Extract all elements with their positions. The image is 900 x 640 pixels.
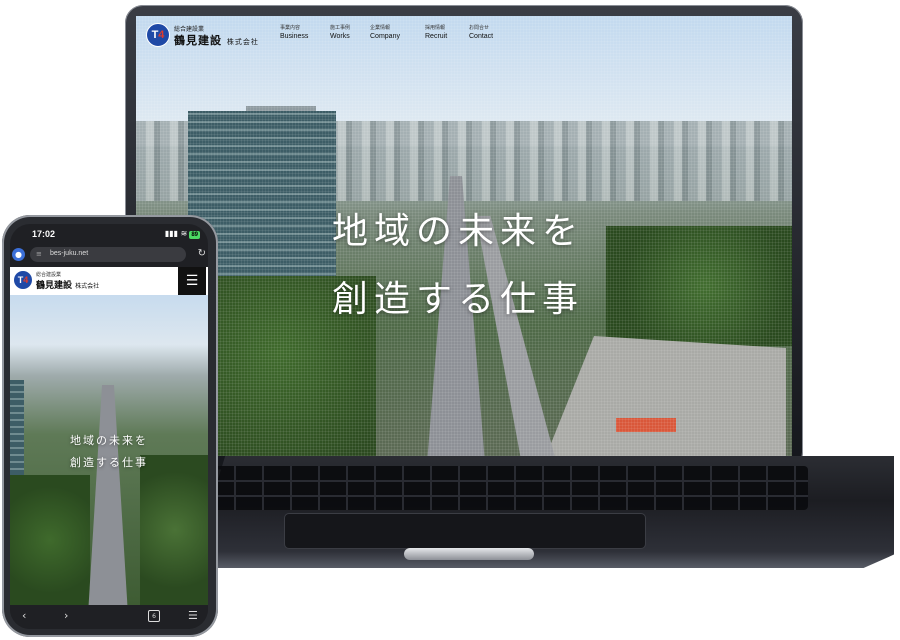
logo-name[interactable]: 鶴見建設 株式会社	[174, 32, 259, 48]
address-text: bes-juku.net	[50, 250, 89, 257]
nav-company[interactable]: 企業情報 Company	[370, 24, 400, 40]
hero-line-1: 地域の未来を	[70, 434, 148, 447]
nav-recruit[interactable]: 採用情報 Recruit	[425, 24, 447, 40]
hero-headline: 地域の未来を 創造する仕事	[70, 430, 148, 474]
logo-suffix: 株式会社	[226, 38, 259, 46]
status-bar: 17:02 ▮▮▮ ≋ 89	[10, 224, 208, 244]
nav-en: Business	[280, 33, 309, 40]
hero-line-2: 創造する仕事	[70, 456, 148, 469]
logo-icon[interactable]: T4	[14, 271, 32, 289]
status-icons: ▮▮▮ ≋ 89	[165, 229, 200, 239]
nav-en: Company	[370, 33, 400, 40]
laptop-screen: T4 総合建設業 鶴見建設 株式会社 事業内容 Business 施工事例 Wo…	[136, 16, 792, 456]
logo-mark: T	[151, 29, 159, 41]
site-header: T4 総合建設業 鶴見建設 株式会社 事業内容 Business 施工事例 Wo…	[136, 16, 792, 50]
reload-icon[interactable]: ↻	[198, 248, 206, 259]
trackpad	[285, 514, 645, 548]
logo-name-text: 鶴見建設	[36, 281, 73, 291]
nav-works[interactable]: 施工事例 Works	[330, 24, 350, 40]
address-bar[interactable]: ≡ bes-juku.net	[30, 247, 186, 262]
nav-en: Recruit	[425, 33, 448, 40]
browser-toolbar: ‹ › 6 ☰	[10, 605, 208, 629]
profile-icon[interactable]: ●	[12, 248, 25, 261]
logo-subtitle: 総合建設業	[36, 272, 62, 278]
mobile-site-header: T4 総合建設業 鶴見建設 株式会社 ☰	[10, 267, 208, 295]
hero-line-1: 地域の未来を	[332, 211, 585, 252]
nav-business[interactable]: 事業内容 Business	[280, 24, 308, 40]
nav-jp: 採用情報	[425, 25, 446, 31]
nav-contact[interactable]: お問合せ Contact	[469, 24, 493, 40]
battery-icon: 89	[189, 231, 200, 239]
keyboard	[208, 466, 808, 510]
hero-headline: 地域の未来を 創造する仕事	[332, 198, 584, 334]
nav-jp: 企業情報	[370, 25, 391, 31]
logo-mark-accent: 4	[23, 275, 29, 285]
nav-jp: 施工事例	[330, 25, 351, 31]
trees-left	[10, 475, 90, 605]
nav-en: Works	[330, 33, 350, 40]
hero-line-2: 創造する仕事	[332, 279, 585, 320]
laptop-front-notch	[404, 548, 534, 560]
highway	[88, 385, 128, 605]
nav-jp: 事業内容	[280, 25, 301, 31]
browser-url-row: ● ≡ bes-juku.net ↻	[10, 245, 208, 265]
logo-icon[interactable]: T4	[146, 23, 170, 47]
nav-jp: お問合せ	[469, 25, 490, 31]
back-icon[interactable]: ‹	[22, 609, 26, 622]
logo-name-text: 鶴見建設	[174, 34, 222, 47]
logo-mark-accent: 4	[158, 29, 165, 41]
status-time: 17:02	[32, 229, 56, 239]
signal-icon: ▮▮▮ ≋	[164, 229, 188, 238]
logo-name[interactable]: 鶴見建設 株式会社	[36, 278, 99, 291]
logo-suffix: 株式会社	[75, 283, 100, 290]
tabs-icon[interactable]: 6	[148, 610, 160, 622]
mobile-hero: 地域の未来を 創造する仕事	[10, 295, 208, 605]
site-settings-icon[interactable]: ≡	[36, 250, 42, 258]
hamburger-menu-icon[interactable]: ☰	[178, 267, 206, 295]
forward-icon[interactable]: ›	[64, 609, 68, 622]
nav-en: Contact	[469, 33, 494, 40]
menu-icon[interactable]: ☰	[188, 609, 198, 622]
phone-screen: 17:02 ▮▮▮ ≋ 89 ● ≡ bes-juku.net ↻ T4 総合建設…	[10, 224, 208, 629]
trees-right	[140, 455, 208, 605]
